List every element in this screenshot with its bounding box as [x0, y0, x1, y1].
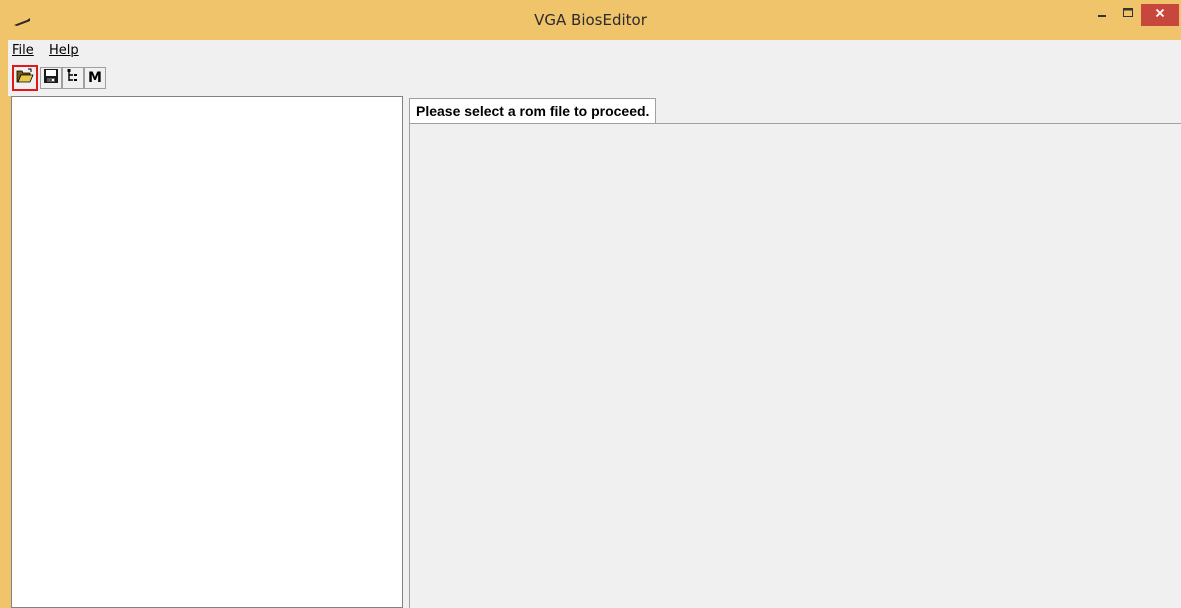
maximize-button[interactable] — [1115, 4, 1141, 26]
tab-content-panel — [409, 123, 1181, 608]
open-folder-icon — [16, 68, 34, 89]
maximize-icon — [1122, 6, 1134, 24]
m-button[interactable]: M — [84, 67, 106, 89]
close-icon — [1154, 6, 1166, 24]
tab-select-rom[interactable]: Please select a rom file to proceed. — [409, 98, 657, 124]
app-icon[interactable] — [13, 14, 31, 26]
m-letter-icon: M — [88, 70, 102, 86]
open-file-button[interactable] — [12, 65, 38, 91]
menu-bar: File Help — [8, 40, 1181, 62]
tree-view-button[interactable] — [62, 67, 84, 89]
minimize-icon — [1096, 6, 1108, 24]
save-disk-icon — [43, 68, 59, 89]
save-button[interactable] — [40, 67, 62, 89]
menu-file[interactable]: File — [12, 43, 34, 58]
tree-panel[interactable] — [11, 96, 403, 608]
window-title: VGA BiosEditor — [534, 11, 647, 29]
app-window: VGA BiosEditor File Help M Please select… — [0, 0, 1181, 608]
minimize-button[interactable] — [1089, 4, 1115, 26]
editor-area: Please select a rom file to proceed. — [403, 96, 1181, 608]
title-bar[interactable]: VGA BiosEditor — [0, 0, 1181, 40]
tree-view-icon — [65, 68, 81, 89]
menu-help[interactable]: Help — [49, 43, 79, 58]
toolbar: M — [8, 62, 1181, 96]
close-button[interactable] — [1141, 4, 1179, 26]
